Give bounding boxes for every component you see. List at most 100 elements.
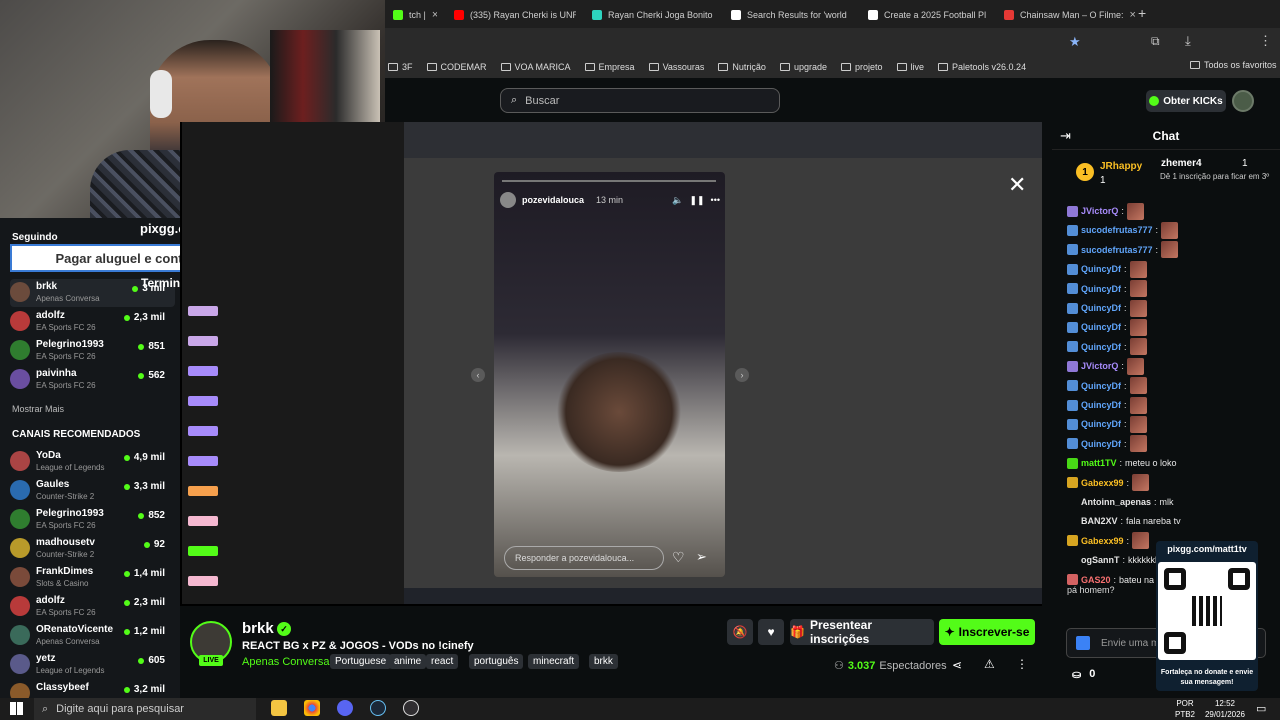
browser-tab[interactable]: (335) Rayan Cherki is UNR×: [446, 4, 576, 26]
bookmark-item[interactable]: Vassouras: [648, 62, 704, 72]
emote-picker-icon[interactable]: [1076, 636, 1090, 650]
close-tab-icon[interactable]: ×: [1130, 9, 1136, 21]
chat-username[interactable]: Gabexx99: [1081, 536, 1124, 546]
more-options-icon[interactable]: ⋮: [1016, 657, 1028, 671]
channel-item[interactable]: madhousetv Counter-Strike 2 92: [10, 535, 175, 563]
chat-username[interactable]: QuincyDf: [1081, 264, 1121, 274]
pause-icon[interactable]: ❚❚: [689, 195, 704, 206]
bookmark-item[interactable]: Paletools v26.0.24: [938, 62, 1026, 72]
chat-username[interactable]: GAS20: [1081, 575, 1111, 585]
stream-tag[interactable]: minecraft: [528, 654, 580, 669]
star-icon[interactable]: ★: [1069, 34, 1081, 50]
chat-username[interactable]: ogSannT: [1081, 555, 1120, 565]
extensions-icon[interactable]: ⧉: [1151, 34, 1160, 49]
chat-username[interactable]: JVictorQ: [1081, 206, 1118, 216]
channel-item[interactable]: Gaules Counter-Strike 2 3,3 mil: [10, 477, 175, 505]
folder-icon: [584, 63, 595, 71]
user-badge-icon: [1067, 205, 1078, 217]
download-icon[interactable]: ⤓: [1185, 33, 1191, 49]
bookmark-item[interactable]: CODEMAR: [426, 62, 487, 72]
bookmark-item[interactable]: Empresa: [584, 62, 635, 72]
chat-username[interactable]: QuincyDf: [1081, 419, 1121, 429]
chat-username[interactable]: QuincyDf: [1081, 303, 1121, 313]
prev-story-arrow[interactable]: ‹: [471, 368, 485, 382]
new-tab-icon[interactable]: +: [1138, 5, 1146, 21]
bookmark-item[interactable]: live: [896, 62, 924, 72]
bookmark-item[interactable]: upgrade: [779, 62, 827, 72]
browser-tab[interactable]: Create a 2025 Football Pl×: [860, 4, 990, 26]
chat-username[interactable]: sucodefrutas777: [1081, 225, 1153, 235]
browser-tab[interactable]: tch | ×: [385, 4, 437, 26]
heart-icon[interactable]: ♡: [672, 549, 685, 566]
channel-avatar: [10, 340, 30, 360]
chrome-icon[interactable]: [304, 700, 320, 716]
close-icon[interactable]: ✕: [1008, 172, 1026, 198]
stream-category[interactable]: Apenas Conversa: [242, 656, 329, 668]
get-kicks-button[interactable]: Obter KICKs: [1146, 90, 1226, 112]
bookmark-item[interactable]: projeto: [840, 62, 883, 72]
all-bookmarks[interactable]: Todos os favoritos: [1190, 60, 1277, 70]
browser-tab[interactable]: Chainsaw Man – O Filme: ×: [996, 4, 1136, 26]
menu-icon[interactable]: ⋮: [1259, 33, 1272, 49]
gift-subs-button[interactable]: 🎁 Presentear inscrições: [790, 618, 934, 646]
channel-item[interactable]: adolfz EA Sports FC 26 2,3 mil: [10, 308, 175, 336]
channel-item[interactable]: YoDa League of Legends 4,9 mil: [10, 448, 175, 476]
chat-username[interactable]: matt1TV: [1081, 458, 1117, 468]
user-badge-icon: [1067, 418, 1078, 430]
chat-username[interactable]: sucodefrutas777: [1081, 245, 1153, 255]
stream-tag[interactable]: react: [426, 654, 459, 669]
chat-username[interactable]: BAN2XV: [1081, 516, 1118, 526]
follow-button[interactable]: ♥: [758, 619, 784, 645]
keyboard-language[interactable]: POR PTB2: [1170, 698, 1200, 720]
stream-tag[interactable]: anime: [389, 654, 427, 669]
steam-icon[interactable]: [370, 700, 386, 716]
channel-item[interactable]: adolfz EA Sports FC 26 2,3 mil: [10, 593, 175, 621]
more-icon[interactable]: •••: [711, 195, 720, 205]
file-explorer-icon[interactable]: [271, 700, 287, 716]
stream-tag[interactable]: português: [469, 654, 524, 669]
channel-item[interactable]: Pelegrino1993 EA Sports FC 26 852: [10, 506, 175, 534]
chat-username[interactable]: Antoinn_apenas: [1081, 497, 1151, 507]
story-reply-input[interactable]: Responder a pozevidalouca...: [504, 546, 664, 570]
bookmark-label: CODEMAR: [440, 62, 487, 72]
subscribe-button[interactable]: ✦ Inscrever-se: [939, 619, 1035, 645]
bookmark-item[interactable]: Nutrição: [718, 62, 766, 72]
user-avatar[interactable]: [1232, 90, 1254, 112]
chat-username[interactable]: JVictorQ: [1081, 361, 1118, 371]
channel-item[interactable]: yetz League of Legends 605: [10, 651, 175, 679]
chat-username[interactable]: QuincyDf: [1081, 342, 1121, 352]
share-icon[interactable]: ⋖: [952, 658, 962, 672]
send-icon[interactable]: ➢: [696, 549, 707, 565]
bookmark-item[interactable]: VOA MARICA: [500, 62, 571, 72]
chat-username[interactable]: Gabexx99: [1081, 478, 1124, 488]
system-clock[interactable]: 12:52 29/01/2026: [1200, 698, 1250, 720]
channel-item[interactable]: paivinha EA Sports FC 26 562: [10, 366, 175, 394]
chat-username[interactable]: QuincyDf: [1081, 284, 1121, 294]
show-more-link[interactable]: Mostrar Mais: [12, 404, 64, 414]
report-icon[interactable]: ⚠: [984, 657, 995, 671]
mute-notifications-button[interactable]: 🔕: [727, 619, 753, 645]
browser-tab[interactable]: Rayan Cherki Joga Bonito×: [584, 4, 714, 26]
notification-icon[interactable]: ▭: [1256, 702, 1266, 715]
chat-username[interactable]: QuincyDf: [1081, 381, 1121, 391]
volume-icon[interactable]: 🔈: [672, 195, 683, 206]
channel-item[interactable]: Pelegrino1993 EA Sports FC 26 851: [10, 337, 175, 365]
windows-start-icon[interactable]: [10, 702, 23, 715]
obs-icon[interactable]: [403, 700, 419, 716]
address-bar[interactable]: ★ ⧉ ⤓ ⋮: [385, 28, 1280, 56]
chat-username[interactable]: QuincyDf: [1081, 439, 1121, 449]
close-tab-icon[interactable]: ×: [432, 9, 437, 21]
stream-tag[interactable]: brkk: [589, 654, 618, 669]
stream-tag[interactable]: Portuguese: [330, 654, 392, 669]
channel-item[interactable]: ORenatoVicente Apenas Conversa 1,2 mil: [10, 622, 175, 650]
taskbar-search[interactable]: ⌕ Digite aqui para pesquisar: [34, 698, 256, 720]
chat-username[interactable]: QuincyDf: [1081, 322, 1121, 332]
browser-tab[interactable]: Search Results for 'world×: [723, 4, 853, 26]
discord-icon[interactable]: [337, 700, 353, 716]
search-input[interactable]: ⌕ Buscar: [500, 88, 780, 113]
bookmark-item[interactable]: 3F: [388, 62, 413, 72]
chat-username[interactable]: QuincyDf: [1081, 400, 1121, 410]
next-story-arrow[interactable]: ›: [735, 368, 749, 382]
streamer-name[interactable]: brkk: [242, 620, 274, 637]
channel-item[interactable]: FrankDimes Slots & Casino 1,4 mil: [10, 564, 175, 592]
